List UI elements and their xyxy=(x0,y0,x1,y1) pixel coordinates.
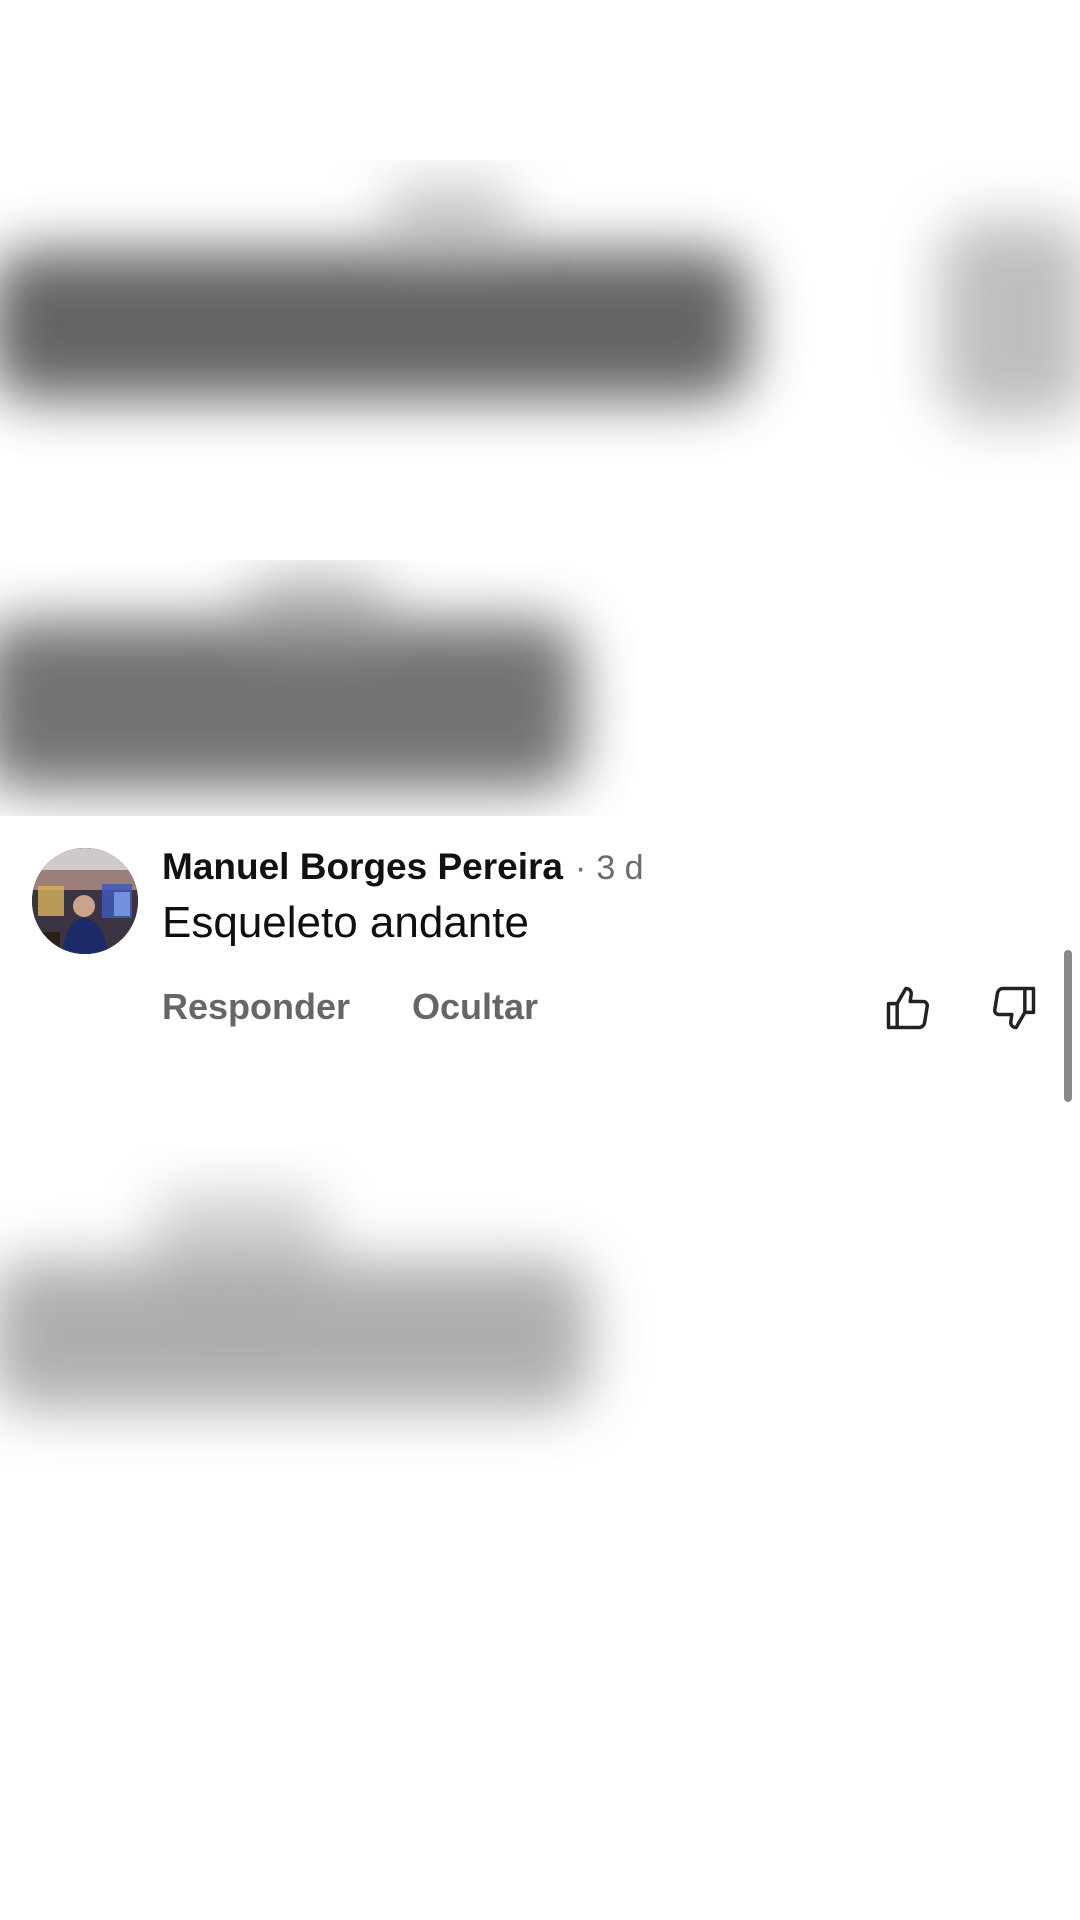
comment-text: Esqueleto andante xyxy=(162,898,529,947)
comment-header: Manuel Borges Pereira · 3 d xyxy=(162,846,644,896)
separator-dot: · xyxy=(574,849,587,887)
blurred-comment-region xyxy=(0,1150,700,1480)
comments-screen: Manuel Borges Pereira · 3 d Esqueleto an… xyxy=(0,0,1080,1920)
like-button[interactable] xyxy=(882,982,934,1034)
blurred-comment-region xyxy=(0,560,640,816)
user-avatar-photo xyxy=(32,848,138,954)
dislike-button[interactable] xyxy=(988,982,1040,1034)
thumbs-down-icon xyxy=(992,986,1036,1030)
comment-item: Manuel Borges Pereira · 3 d Esqueleto an… xyxy=(0,816,1080,1076)
avatar[interactable] xyxy=(32,848,138,954)
comment-author[interactable]: Manuel Borges Pereira xyxy=(162,846,563,888)
reply-button[interactable]: Responder xyxy=(162,986,350,1028)
scrollbar[interactable] xyxy=(1064,950,1072,1102)
hide-button[interactable]: Ocultar xyxy=(412,986,538,1028)
thumbs-up-icon xyxy=(886,986,930,1030)
comment-age: 3 d xyxy=(596,849,644,887)
blurred-comment-region xyxy=(0,160,1080,490)
